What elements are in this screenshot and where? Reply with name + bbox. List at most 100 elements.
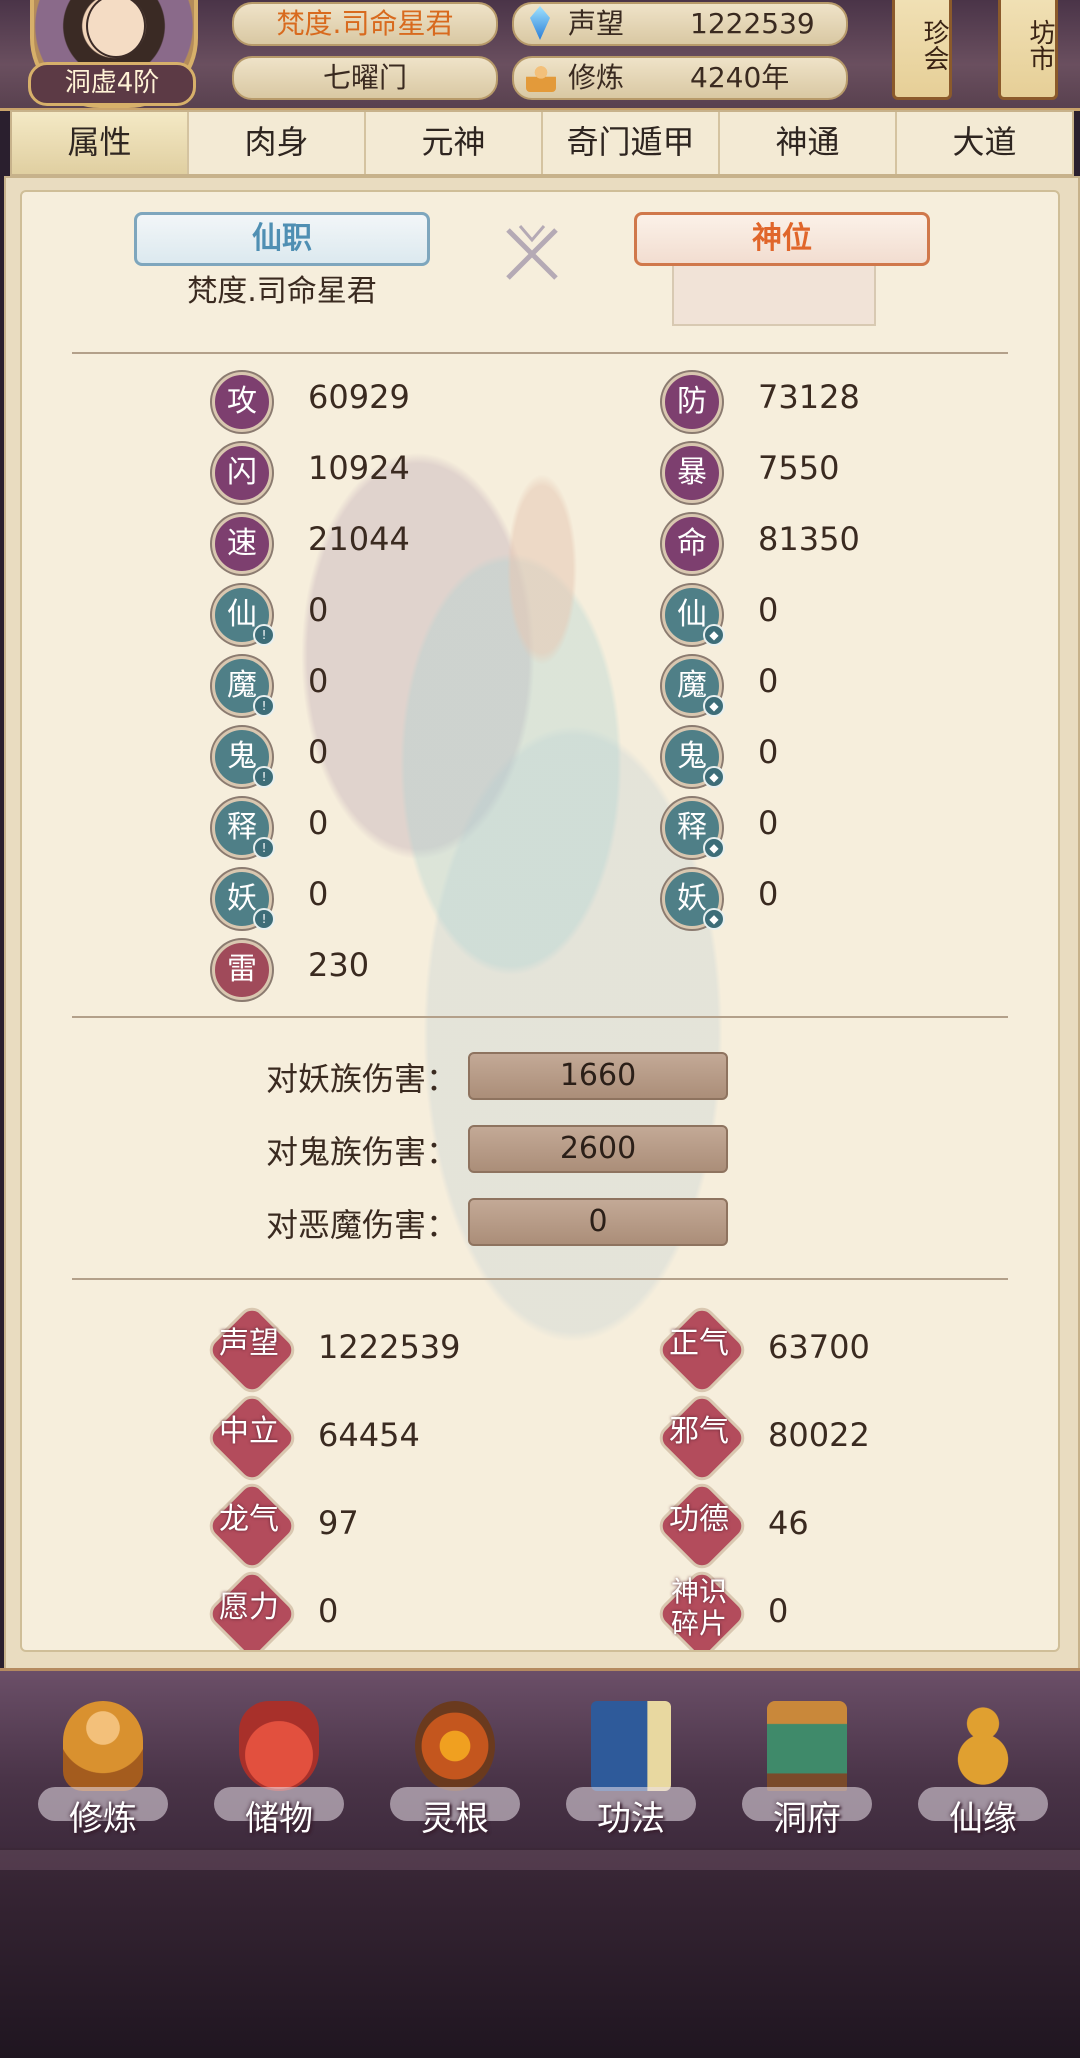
thunder-icon: 雷 <box>212 940 272 1000</box>
evil-label: 邪气 <box>669 1414 729 1449</box>
market-button[interactable]: 坊市 <box>998 0 1058 100</box>
soul-fragment-label: 神识碎片 <box>670 1575 727 1640</box>
section-divider <box>72 1016 1008 1018</box>
nav-cave-label: 洞府 <box>773 1799 841 1839</box>
attack-mark-icon: ! <box>253 695 275 717</box>
tab-abilities[interactable]: 神通 <box>720 112 897 174</box>
demon-defense-label: 魔 <box>677 668 707 703</box>
health-icon: 命 <box>662 514 722 574</box>
deity-position-banner[interactable]: 神位 <box>634 212 930 266</box>
demon-attack-icon: 魔! <box>212 656 275 717</box>
buddha-attack-icon: 释! <box>212 798 275 859</box>
buddha-defense-label: 释 <box>677 810 707 845</box>
nav-spirit-root-label: 灵根 <box>421 1799 489 1839</box>
gourd-icon <box>943 1701 1023 1791</box>
shield-mark-icon: ◆ <box>703 695 725 717</box>
reputation-stat-value: 1222539 <box>318 1328 461 1366</box>
avatar-face-icon <box>86 0 146 58</box>
nav-spirit-root[interactable]: 灵根 <box>380 1691 530 1841</box>
damage-yao-value: 1660 <box>468 1052 728 1100</box>
bottom-background <box>0 1848 1080 2058</box>
crossed-swords-icon <box>506 225 558 280</box>
cultivation-display: 修炼 4240年 <box>512 56 848 100</box>
dragon-qi-value: 97 <box>318 1504 359 1542</box>
dragon-qi-label: 龙气 <box>219 1502 279 1537</box>
nav-techniques-label: 功法 <box>597 1799 665 1839</box>
demon-defense-icon: 魔 ◆ <box>662 656 725 717</box>
demon-attack-label: 魔 <box>227 668 257 703</box>
cultivation-value: 4240年 <box>690 61 790 94</box>
defense-icon: 防 <box>662 372 722 432</box>
righteous-label: 正气 <box>669 1326 729 1361</box>
buddha-defense-value: 0 <box>758 804 779 842</box>
reputation-stat-label: 声望 <box>219 1326 279 1361</box>
dodge-value: 10924 <box>308 449 410 487</box>
tab-attributes[interactable]: 属性 <box>12 112 189 174</box>
deity-slot[interactable] <box>672 264 876 326</box>
attack-mark-icon: ! <box>253 837 275 859</box>
immortal-attack-value: 0 <box>308 591 329 629</box>
immortal-defense-icon: 仙 ◆ <box>662 585 725 646</box>
merit-label: 功德 <box>669 1502 729 1537</box>
nav-techniques[interactable]: 功法 <box>556 1691 706 1841</box>
nav-cultivate[interactable]: 修炼 <box>28 1691 178 1841</box>
tab-dao[interactable]: 大道 <box>897 112 1072 174</box>
nav-storage[interactable]: 储物 <box>204 1691 354 1841</box>
shield-mark-icon: ◆ <box>703 766 725 788</box>
shield-mark-icon: ◆ <box>703 908 725 930</box>
buddha-defense-icon: 释 ◆ <box>662 798 725 859</box>
dodge-icon: 闪 <box>212 443 272 503</box>
attack-mark-icon: ! <box>253 624 275 646</box>
soul-fragment-value: 0 <box>768 1592 789 1630</box>
yao-attack-icon: 妖! <box>212 869 275 930</box>
shield-mark-icon: ◆ <box>703 624 725 646</box>
yao-defense-label: 妖 <box>677 881 707 916</box>
neutral-label: 中立 <box>219 1414 279 1449</box>
technique-book-icon <box>591 1701 671 1791</box>
yao-attack-value: 0 <box>308 875 329 913</box>
ghost-defense-icon: 鬼 ◆ <box>662 727 725 788</box>
reputation-label: 声望 <box>568 7 625 40</box>
speed-value: 21044 <box>308 520 410 558</box>
cave-dwelling-icon <box>767 1701 847 1791</box>
immortal-post-banner[interactable]: 仙职 <box>134 212 430 266</box>
defense-value: 73128 <box>758 378 860 416</box>
nav-cave[interactable]: 洞府 <box>732 1691 882 1841</box>
nav-cultivate-label: 修炼 <box>69 1799 137 1839</box>
reputation-value: 1222539 <box>690 7 815 40</box>
nav-destiny[interactable]: 仙缘 <box>908 1691 1058 1841</box>
storage-bag-icon <box>239 1701 319 1791</box>
damage-demon-label: 对恶魔伤害： <box>265 1206 458 1244</box>
sect-name: 七曜门 <box>232 56 498 100</box>
ghost-defense-value: 0 <box>758 733 779 771</box>
nav-destiny-label: 仙缘 <box>949 1799 1017 1839</box>
speed-icon: 速 <box>212 514 272 574</box>
cultivation-label: 修炼 <box>568 61 625 94</box>
spirit-gem-icon <box>530 6 550 40</box>
tab-qimen[interactable]: 奇门遁甲 <box>543 112 720 174</box>
immortal-post-value: 梵度.司命星君 <box>187 274 377 309</box>
tab-body[interactable]: 肉身 <box>189 112 366 174</box>
yao-defense-value: 0 <box>758 875 779 913</box>
damage-yao-label: 对妖族伤害： <box>265 1060 458 1098</box>
merit-value: 46 <box>768 1504 809 1542</box>
buddha-attack-value: 0 <box>308 804 329 842</box>
section-divider <box>72 1278 1008 1280</box>
immortal-attack-label: 仙 <box>227 597 257 632</box>
immortal-defense-label: 仙 <box>677 597 707 632</box>
tab-spirit[interactable]: 元神 <box>366 112 543 174</box>
bottom-navigation: 修炼 储物 灵根 功法 洞府 仙缘 <box>0 1668 1080 1851</box>
immortal-attack-icon: 仙! <box>212 585 275 646</box>
crit-value: 7550 <box>758 449 840 487</box>
yao-defense-icon: 妖 ◆ <box>662 869 725 930</box>
attribute-panel: 仙职 梵度.司命星君 神位 攻 60929 闪 10924 速 21044 仙!… <box>20 190 1060 1652</box>
attribute-tabs: 属性 肉身 元神 奇门遁甲 神通 大道 <box>10 110 1074 176</box>
ghost-attack-value: 0 <box>308 733 329 771</box>
crit-icon: 暴 <box>662 443 722 503</box>
ghost-defense-label: 鬼 <box>677 739 707 774</box>
attack-mark-icon: ! <box>253 908 275 930</box>
reputation-display: 声望 1222539 <box>512 2 848 46</box>
section-divider <box>72 352 1008 354</box>
damage-ghost-label: 对鬼族伤害： <box>265 1133 458 1171</box>
treasure-auction-button[interactable]: 珍会 <box>892 0 952 100</box>
